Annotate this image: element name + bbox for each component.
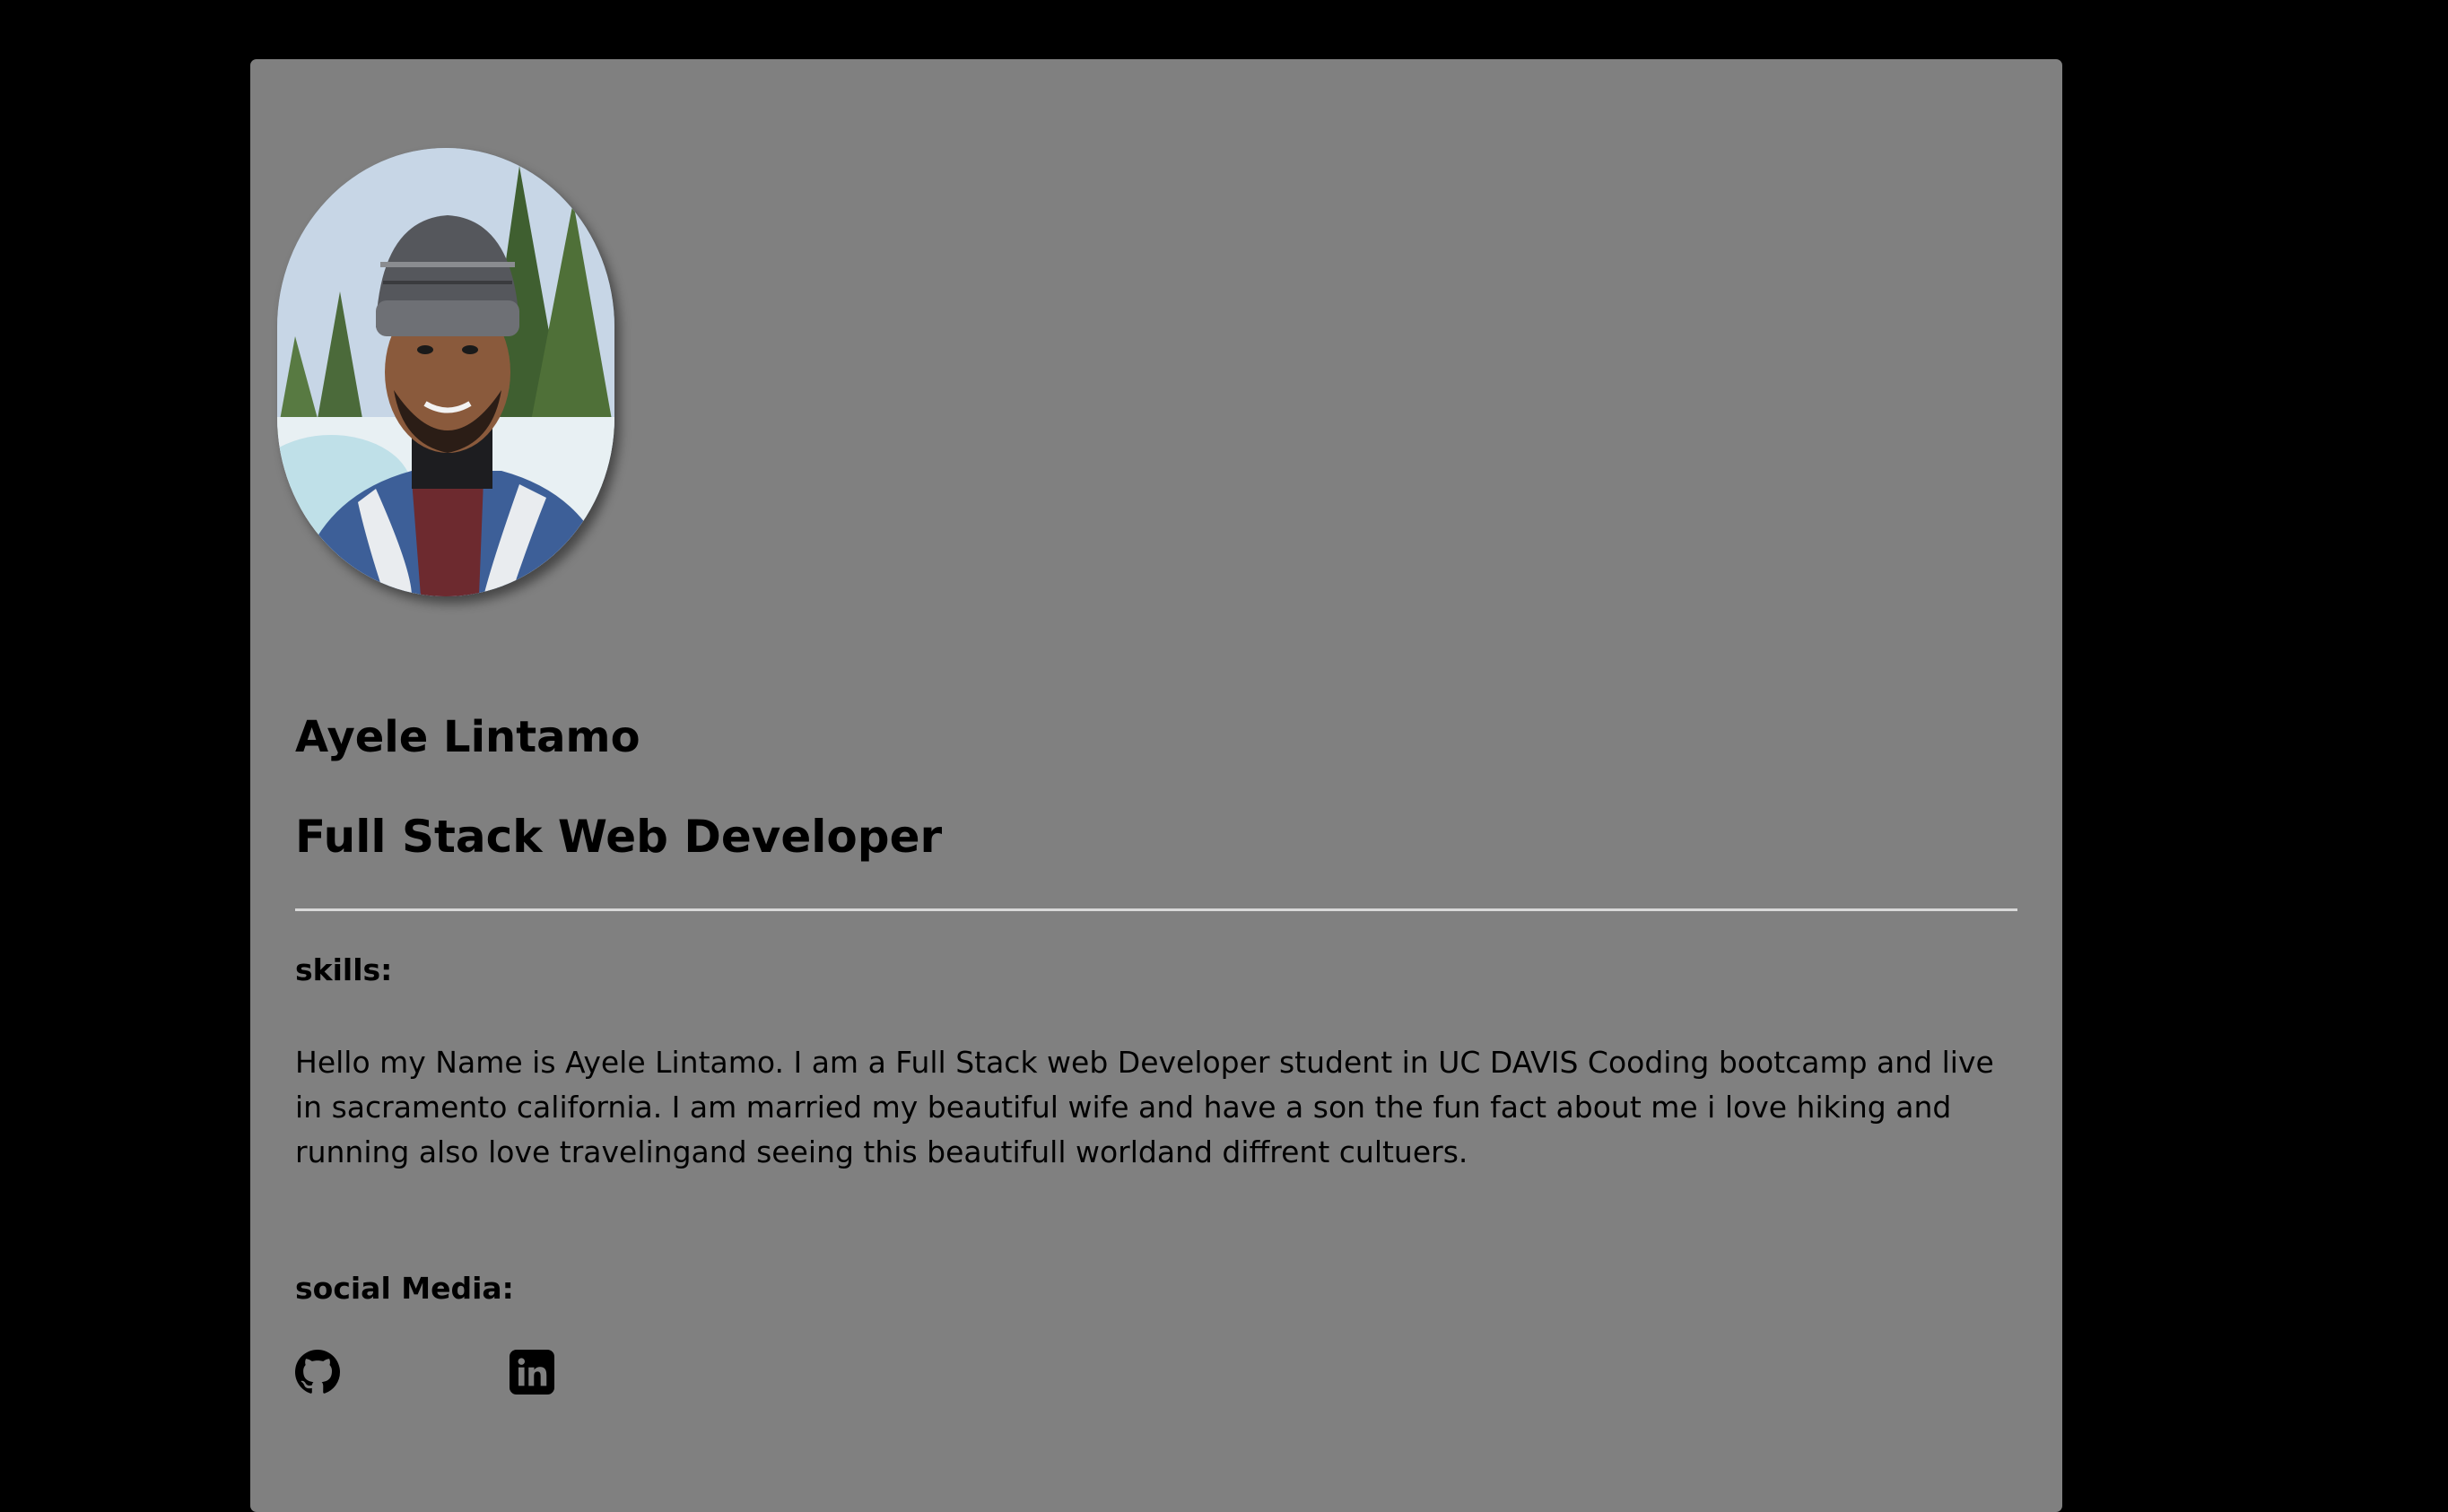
profile-photo-image	[277, 148, 614, 596]
skills-heading: skills:	[295, 952, 393, 987]
github-link[interactable]	[295, 1350, 340, 1395]
social-media-heading: social Media:	[295, 1271, 514, 1306]
linkedin-link[interactable]	[510, 1350, 554, 1395]
profile-name: Ayele Lintamo	[295, 712, 640, 762]
profile-role: Full Stack Web Developer	[295, 811, 943, 863]
linkedin-icon	[510, 1350, 554, 1395]
section-divider	[295, 908, 2017, 911]
github-icon	[295, 1350, 340, 1394]
profile-card: Ayele Lintamo Full Stack Web Developer s…	[250, 59, 2062, 1512]
profile-photo	[277, 148, 614, 596]
bio-text: Hello my Name is Ayele Lintamo. I am a F…	[295, 1045, 1994, 1169]
